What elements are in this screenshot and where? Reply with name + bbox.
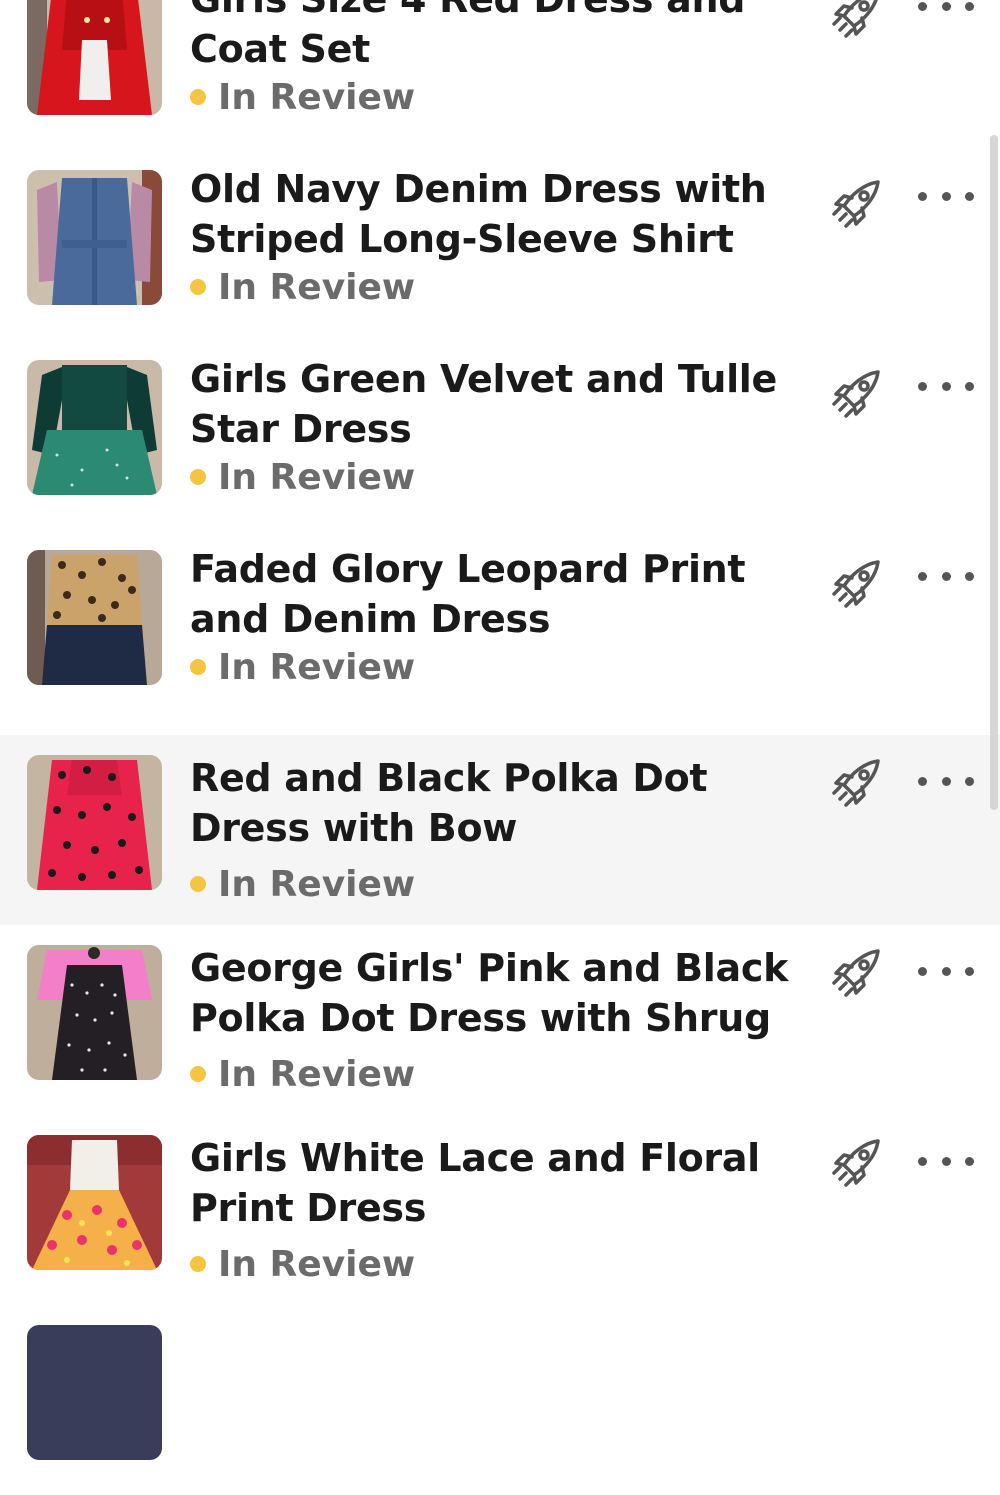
status-dot <box>190 89 206 105</box>
green-velvet-dress-photo <box>27 360 162 495</box>
listing-row-partial[interactable] <box>0 1305 1000 1495</box>
status-dot <box>190 1066 206 1082</box>
listing-row[interactable]: Faded Glory Leopard Print and Denim Dres… <box>0 528 1000 718</box>
more-options-icon[interactable] <box>918 174 974 218</box>
status-label: In Review <box>218 646 416 688</box>
listing-row[interactable]: Girls White Lace and Floral Print Dress … <box>0 1115 1000 1305</box>
listing-thumbnail[interactable] <box>27 945 162 1080</box>
rocket-icon[interactable] <box>826 366 884 424</box>
listing-row[interactable]: George Girls' Pink and Black Polka Dot D… <box>0 925 1000 1115</box>
listing-status: In Review <box>190 265 415 309</box>
listing-status: In Review <box>190 862 415 906</box>
listing-title[interactable]: Old Navy Denim Dress with Striped Long-S… <box>190 164 810 264</box>
status-label: In Review <box>218 1243 416 1285</box>
listing-status: In Review <box>190 1242 415 1286</box>
polka-dot-dress-photo <box>27 755 162 890</box>
status-label: In Review <box>218 76 416 118</box>
status-label: In Review <box>218 1053 416 1095</box>
listing-status: In Review <box>190 645 415 689</box>
status-dot <box>190 659 206 675</box>
rocket-icon[interactable] <box>826 1135 884 1193</box>
listing-thumbnail[interactable] <box>27 360 162 495</box>
listing-title[interactable]: Girls Green Velvet and Tulle Star Dress <box>190 354 810 454</box>
listing-thumbnail[interactable] <box>27 1325 162 1460</box>
listing-thumbnail[interactable] <box>27 0 162 115</box>
listing-status: In Review <box>190 75 415 119</box>
more-options-icon[interactable] <box>918 554 974 598</box>
more-options-icon[interactable] <box>918 759 974 803</box>
leopard-dress-photo <box>27 550 162 685</box>
more-options-icon[interactable] <box>918 0 974 28</box>
denim-dress-photo <box>27 170 162 305</box>
listing-thumbnail[interactable] <box>27 1135 162 1270</box>
listing-title[interactable]: George Girls' Pink and Black Polka Dot D… <box>190 943 810 1043</box>
scrollbar[interactable] <box>990 135 998 810</box>
listing-status: In Review <box>190 455 415 499</box>
listing-title[interactable]: Red and Black Polka Dot Dress with Bow <box>190 753 810 853</box>
status-label: In Review <box>218 456 416 498</box>
status-label: In Review <box>218 863 416 905</box>
rocket-icon[interactable] <box>826 556 884 614</box>
listing-thumbnail[interactable] <box>27 170 162 305</box>
rocket-icon[interactable] <box>826 755 884 813</box>
listing-row[interactable]: Girls Green Velvet and Tulle Star Dress … <box>0 338 1000 528</box>
rocket-icon[interactable] <box>826 945 884 1003</box>
listing-title[interactable]: Faded Glory Leopard Print and Denim Dres… <box>190 544 810 644</box>
status-dot <box>190 469 206 485</box>
status-dot <box>190 876 206 892</box>
more-options-icon[interactable] <box>918 1139 974 1183</box>
pink-shrug-dress-photo <box>27 945 162 1080</box>
listing-status: In Review <box>190 1052 415 1096</box>
status-label: In Review <box>218 266 416 308</box>
listing-row[interactable]: Girls Size 4 Red Dress and Coat Set In R… <box>0 0 1000 148</box>
listing-title[interactable]: Girls Size 4 Red Dress and Coat Set <box>190 0 810 74</box>
listing-row[interactable]: Red and Black Polka Dot Dress with Bow I… <box>0 735 1000 925</box>
red-dress-coat-photo <box>27 0 162 115</box>
rocket-icon[interactable] <box>826 0 884 44</box>
rocket-icon[interactable] <box>826 176 884 234</box>
listing-row[interactable]: Old Navy Denim Dress with Striped Long-S… <box>0 148 1000 338</box>
status-dot <box>190 279 206 295</box>
more-options-icon[interactable] <box>918 949 974 993</box>
floral-dress-photo <box>27 1135 162 1270</box>
status-dot <box>190 1256 206 1272</box>
listing-thumbnail[interactable] <box>27 755 162 890</box>
listing-thumbnail[interactable] <box>27 550 162 685</box>
listing-title[interactable]: Girls White Lace and Floral Print Dress <box>190 1133 810 1233</box>
more-options-icon[interactable] <box>918 364 974 408</box>
